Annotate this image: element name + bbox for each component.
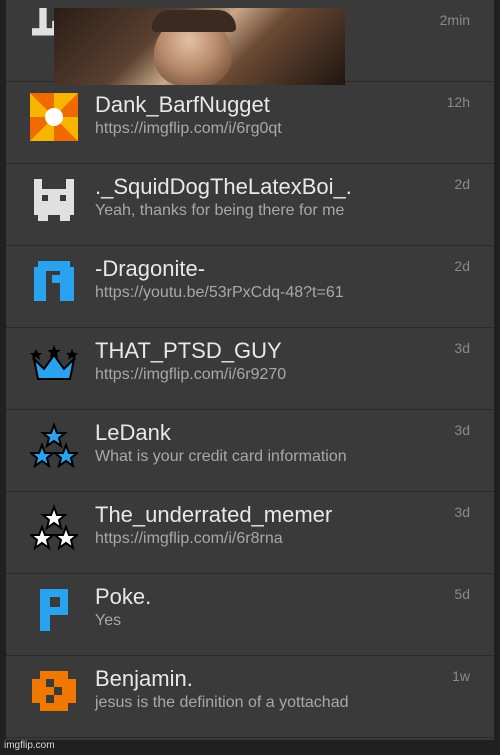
conversation-time: 2d: [454, 176, 470, 192]
conversation-time: 3d: [454, 504, 470, 520]
conversation-row[interactable]: LeDank What is your credit card informat…: [6, 410, 494, 492]
conversation-row[interactable]: THAT_PTSD_GUY https://imgflip.com/i/6r92…: [6, 328, 494, 410]
conversation-time: 3d: [454, 340, 470, 356]
message-preview: Yeah, thanks for being there for me: [95, 202, 345, 219]
overlay-photo: [54, 8, 345, 85]
username: Benjamin.: [95, 666, 193, 691]
portrait-hair: [152, 10, 236, 32]
conversation-row[interactable]: Benjamin. jesus is the definition of a y…: [6, 656, 494, 738]
three-stars-white-icon: [30, 504, 78, 551]
pixel-bunny-icon: [34, 179, 74, 221]
conversation-time: 2d: [454, 258, 470, 274]
username: LeDank: [95, 420, 171, 445]
conversation-row[interactable]: Dank_BarfNugget https://imgflip.com/i/6r…: [6, 82, 494, 164]
username: ._SquidDogTheLatexBoi_.: [95, 174, 352, 199]
watermark: imgflip.com: [4, 740, 55, 751]
message-preview: jesus is the definition of a yottachad: [95, 694, 349, 711]
message-preview: https://youtu.be/53rPxCdq-48?t=61: [95, 284, 344, 301]
conversation-row[interactable]: -Dragonite- https://youtu.be/53rPxCdq-48…: [6, 246, 494, 328]
conversation-row[interactable]: The_underrated_memer https://imgflip.com…: [6, 492, 494, 574]
username: Dank_BarfNugget: [95, 92, 270, 117]
conversation-time: 5d: [454, 586, 470, 602]
three-stars-icon: [30, 422, 78, 469]
conversation-time: 1w: [452, 668, 470, 684]
username: The_underrated_memer: [95, 502, 333, 527]
crown-icon: [30, 345, 78, 380]
message-preview: Yes: [95, 612, 122, 629]
message-preview: https://imgflip.com/i/6r8rna: [95, 530, 283, 547]
pixel-p-icon: [40, 589, 68, 631]
pinwheel-icon: [30, 93, 78, 141]
conversation-time: 2min: [439, 12, 470, 28]
message-preview: What is your credit card information: [95, 448, 347, 465]
username: Poke.: [95, 584, 152, 609]
message-preview: https://imgflip.com/i/6rg0qt: [95, 120, 282, 137]
conversation-time: 3d: [454, 422, 470, 438]
pixel-arch-icon: [34, 261, 74, 301]
conversation-row[interactable]: ._SquidDogTheLatexBoi_. Yeah, thanks for…: [6, 164, 494, 246]
pixel-checker-icon: [32, 671, 76, 711]
conversation-row[interactable]: Poke. Yes 5d: [6, 574, 494, 656]
username: THAT_PTSD_GUY: [95, 338, 282, 363]
message-preview: https://imgflip.com/i/6r9270: [95, 366, 287, 383]
conversation-time: 12h: [446, 94, 470, 110]
username: -Dragonite-: [95, 256, 206, 281]
